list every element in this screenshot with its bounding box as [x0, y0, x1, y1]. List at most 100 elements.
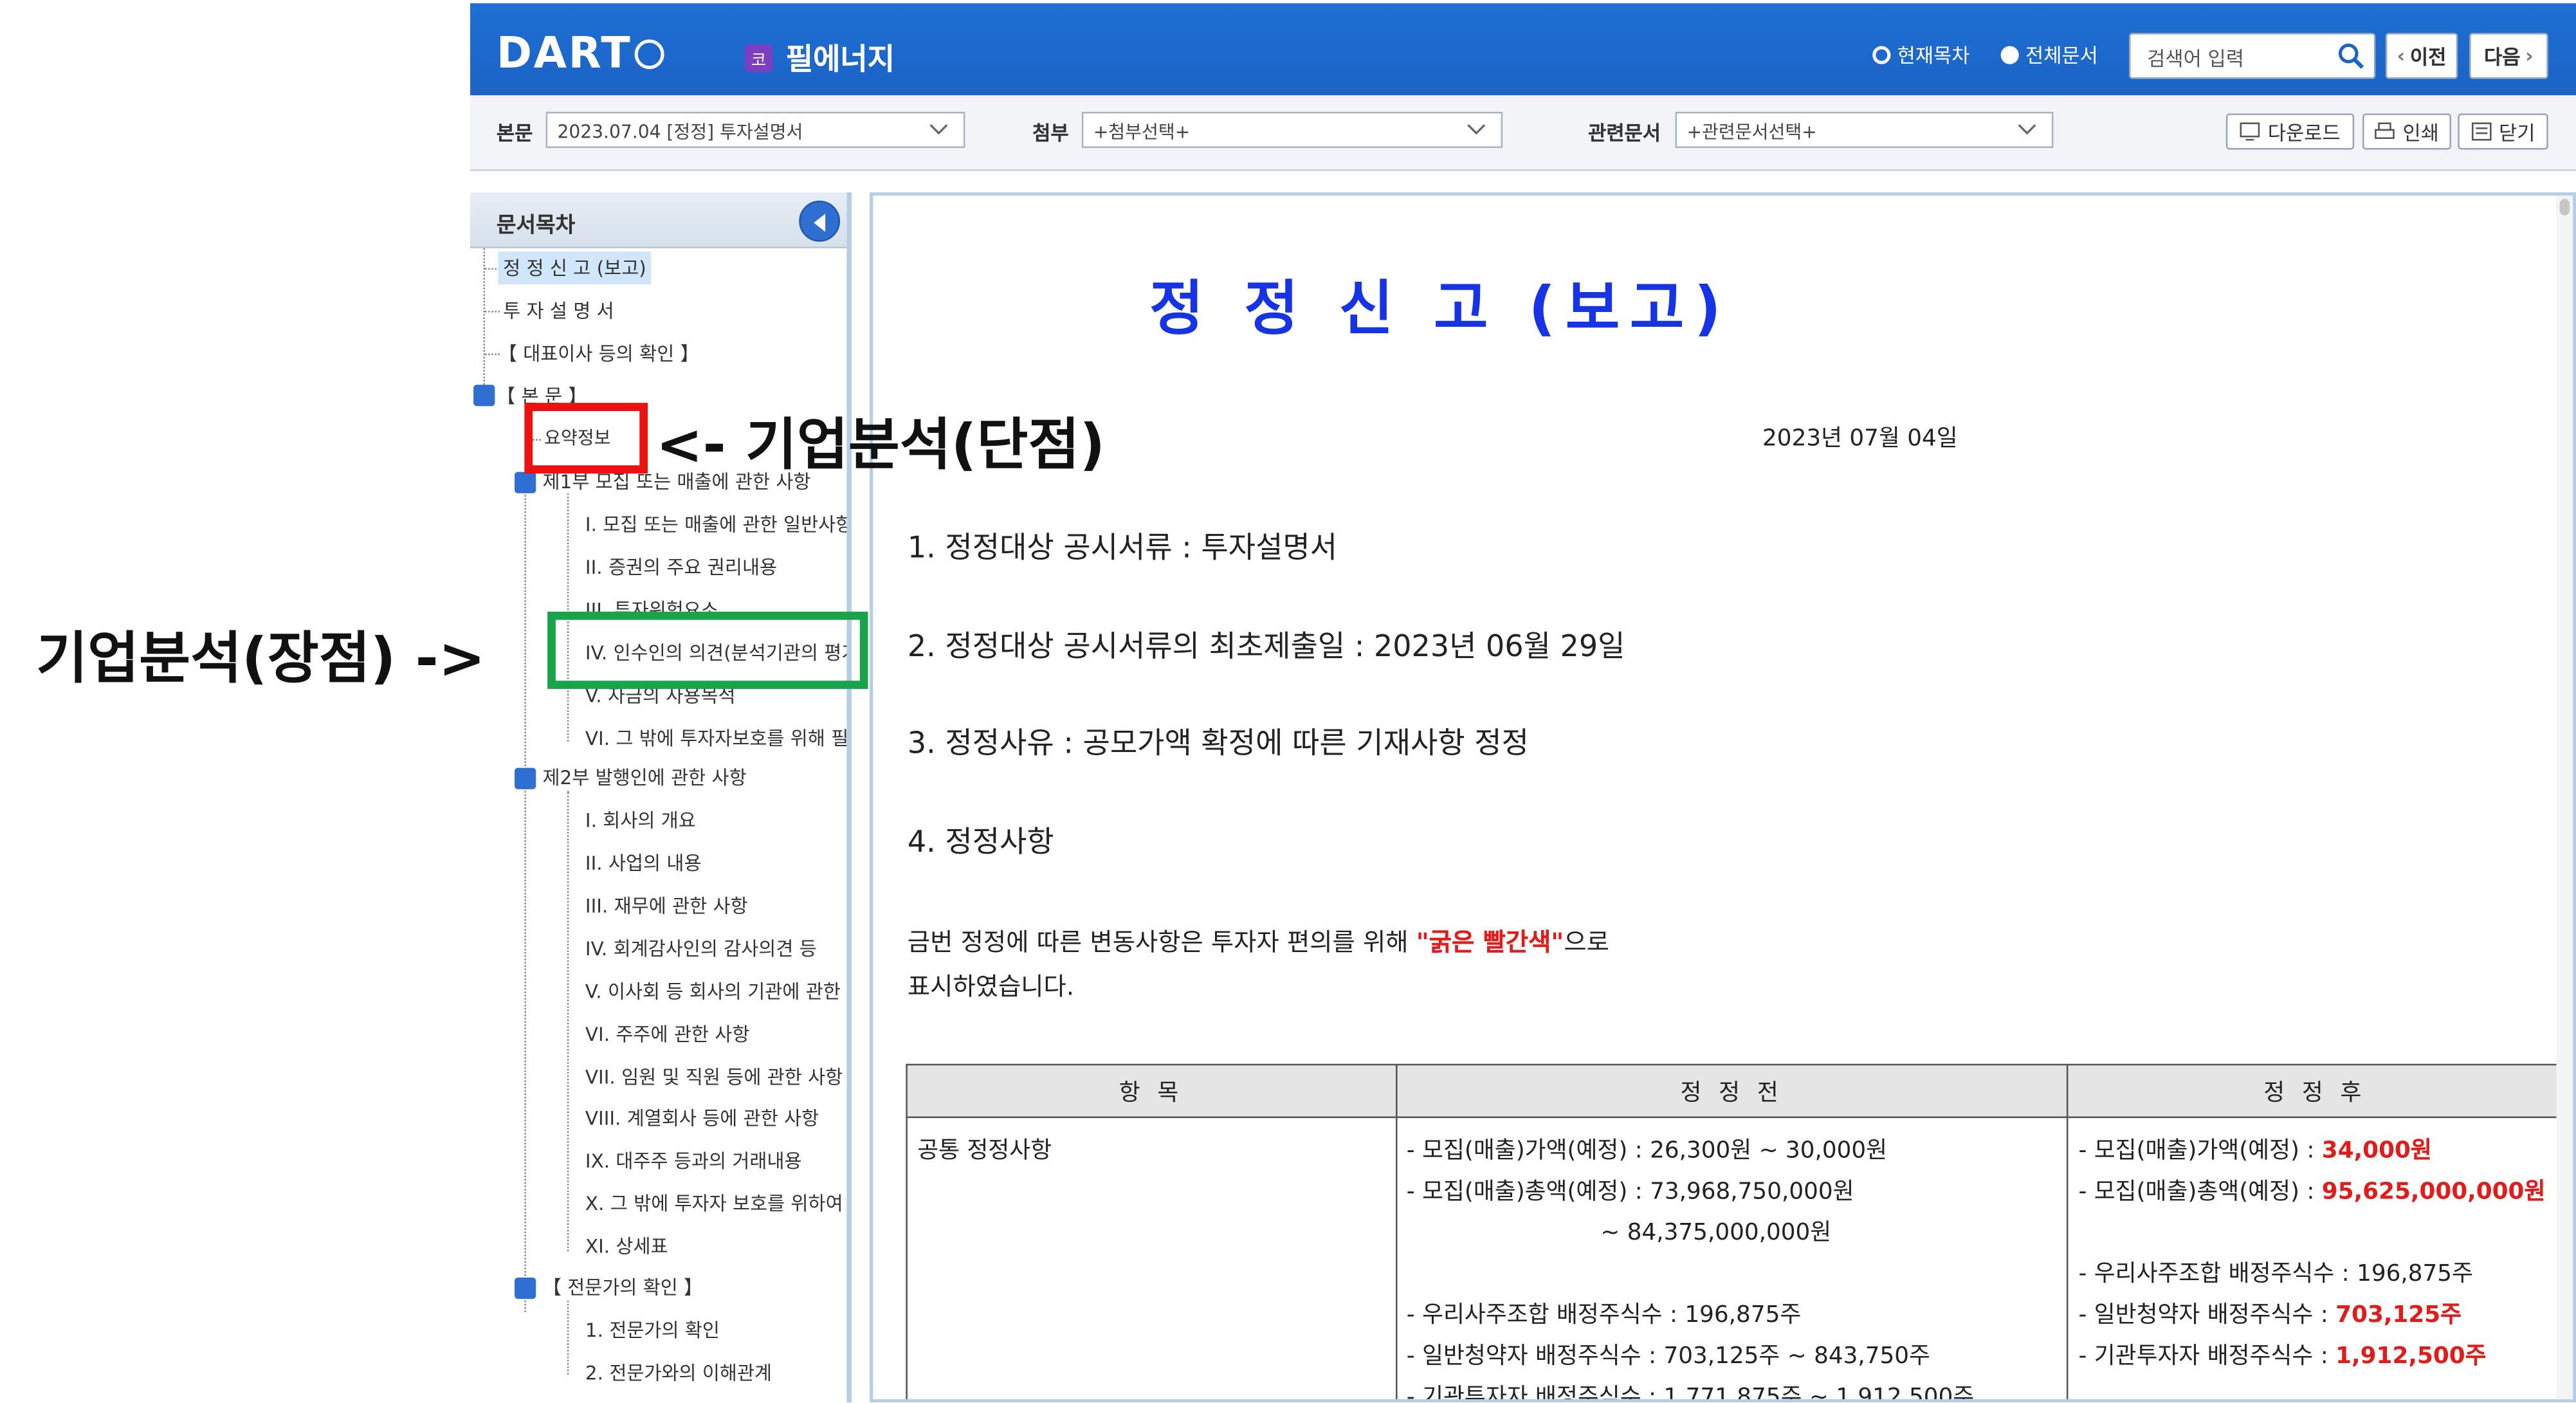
toc-item-part2-7[interactable]: VII. 임원 및 직원 등에 관한 사항	[585, 1061, 843, 1094]
toc-item-ceo-confirm[interactable]: 【 대표이사 등의 확인 】	[498, 337, 699, 370]
toc-item-part2-3[interactable]: III. 재무에 관한 사항	[585, 890, 748, 922]
logo-text: DART	[496, 30, 632, 79]
download-icon	[2240, 122, 2261, 141]
annotation-red-box	[524, 403, 648, 474]
dart-logo[interactable]: DART	[496, 30, 665, 79]
attach-select[interactable]: +첨부선택+	[1081, 111, 1503, 149]
toc-item-part2-6[interactable]: VI. 주주에 관한 사항	[585, 1018, 749, 1050]
radio-current-label: 현재목차	[1897, 44, 1970, 68]
table-row: 공통 정정사항 - 모집(매출)가액(예정) : 26,300원 ~ 30,00…	[906, 1116, 2563, 1403]
related-docs-label: 관련문서	[1588, 122, 1661, 145]
toc-item-experts[interactable]: 【 전문가의 확인 】	[542, 1271, 702, 1304]
before-line: - 일반청약자 배정주식수 : 703,125주 ~ 843,750주	[1406, 1343, 1930, 1370]
next-button[interactable]: 다음 ›	[2469, 33, 2548, 79]
before-cell: - 모집(매출)가액(예정) : 26,300원 ~ 30,000원 - 모집(…	[1394, 1116, 2069, 1403]
main-doc-label: 본문	[496, 122, 533, 145]
close-button[interactable]: 닫기	[2458, 113, 2548, 150]
download-label: 다운로드	[2267, 120, 2341, 144]
expand-toggle-icon[interactable]	[515, 767, 536, 789]
document-toolbar: 본문 2023.07.04 [정정] 투자설명서 첨부 +첨부선택+ 관련문서 …	[470, 95, 2576, 171]
search-icon[interactable]	[2338, 42, 2364, 69]
toc-item-prospectus[interactable]: 투 자 설 명 서	[503, 295, 614, 327]
change-notice: 금번 정정에 따른 변동사항은 투자자 편의를 위해 "굵은 빨간색"으로 표시…	[908, 921, 1609, 1009]
after-line: - 기관투자자 배정주식수 : 1,912,500주	[2078, 1337, 2551, 1378]
prev-label: 이전	[2409, 45, 2447, 69]
collapse-sidebar-button[interactable]	[799, 200, 841, 242]
printer-icon	[2375, 122, 2395, 139]
correction-item-2: 2. 정정대상 공시서류의 최초제출일 : 2023년 06월 29일	[907, 629, 1625, 665]
radio-all-docs[interactable]: 전체문서	[2000, 41, 2098, 69]
attach-value: +첨부선택+	[1093, 122, 1191, 143]
toc-item-part2-4[interactable]: IV. 회계감사인의 감사의견 등	[585, 932, 817, 965]
annotation-strength-label: 기업분석(장점) ->	[36, 626, 486, 693]
correction-item-3: 3. 정정사유 : 공모가액 확정에 따른 기재사항 정정	[907, 726, 1529, 762]
document-date: 2023년 07월 04일	[1762, 426, 1958, 452]
chevron-right-icon: ›	[2525, 44, 2534, 68]
table-header: 항 목	[906, 1063, 1397, 1119]
notice-line-2: 표시하였습니다.	[907, 971, 1075, 1002]
related-docs-select[interactable]: +관련문서선택+	[1675, 111, 2054, 149]
toc-item-part2-9[interactable]: IX. 대주주 등과의 거래내용	[585, 1144, 802, 1177]
after-line: - 일반청약자 배정주식수 : 703,125주	[2078, 1296, 2551, 1337]
logo-icon	[635, 39, 665, 69]
toc-item-correction[interactable]: 정 정 신 고 (보고)	[498, 252, 652, 285]
expand-toggle-icon[interactable]	[515, 472, 536, 493]
market-badge: 코	[744, 43, 773, 72]
scrollbar-thumb[interactable]	[2559, 199, 2570, 215]
table-header-row: 항 목 정 정 전 정 정 후	[906, 1063, 2563, 1119]
toc-item-part2-8[interactable]: VIII. 계열회사 등에 관한 사항	[585, 1102, 819, 1135]
company-name: 필에너지	[785, 42, 895, 78]
before-line: ~ 84,375,000,000원	[1600, 1220, 1832, 1247]
toc-item-part1-2[interactable]: II. 증권의 주요 권리내용	[585, 551, 777, 583]
after-line: - 모집(매출)가액(예정) : 34,000원	[2078, 1132, 2551, 1173]
after-value: 34,000원	[2321, 1137, 2432, 1164]
toc-item-part2-10[interactable]: X. 그 밖에 투자자 보호를 위하여 필요한 사항	[585, 1187, 846, 1220]
before-line: - 우리사주조합 배정주식수 : 196,875주	[1406, 1302, 1802, 1329]
table-header: 정 정 후	[2067, 1063, 2563, 1119]
toc-item-experts-2[interactable]: 2. 전문가와의 이해관계	[585, 1357, 772, 1389]
after-line: - 모집(매출)총액(예정) : 95,625,000,000원	[2078, 1172, 2551, 1213]
annotation-weakness-label: <- 기업분석(단점)	[655, 412, 1106, 479]
document-title: 정 정 신 고 (보고)	[1149, 276, 1731, 344]
top-header: DART 코 필에너지 현재목차 전체문서 검색어 입력 ‹ 이전 다음 ›	[470, 3, 2576, 96]
search-input[interactable]: 검색어 입력	[2129, 33, 2376, 79]
document-view[interactable]: 정 정 신 고 (보고) 2023년 07월 04일 1. 정정대상 공시서류 …	[870, 192, 2576, 1403]
expand-toggle-icon[interactable]	[515, 1278, 536, 1299]
main-doc-select[interactable]: 2023.07.04 [정정] 투자설명서	[545, 111, 965, 149]
toc-sidebar: 문서목차 정 정 신 고 (보고) 투 자 설 명 서 【 대표이사 등의 확인…	[470, 192, 852, 1403]
download-button[interactable]: 다운로드	[2225, 113, 2355, 150]
after-value: 703,125주	[2335, 1302, 2462, 1329]
toc-title: 문서목차	[496, 214, 576, 239]
toc-item-part2[interactable]: 제2부 발행인에 관한 사항	[542, 761, 746, 794]
close-label: 닫기	[2499, 120, 2535, 144]
before-line: - 기관투자자 배정주식수 : 1,771,875주 ~ 1,912,500주	[1406, 1384, 1975, 1403]
chevron-left-icon	[814, 214, 826, 232]
expand-toggle-icon[interactable]	[473, 385, 495, 407]
toc-item-part2-2[interactable]: II. 사업의 내용	[585, 847, 702, 879]
document-scrollbar[interactable]	[2556, 196, 2573, 1400]
after-text: - 모집(매출)가액(예정) :	[2078, 1137, 2322, 1164]
print-button[interactable]: 인쇄	[2362, 113, 2451, 150]
dart-viewer: DART 코 필에너지 현재목차 전체문서 검색어 입력 ‹ 이전 다음 › 본…	[470, 0, 2576, 1403]
radio-current-toc[interactable]: 현재목차	[1872, 41, 1970, 69]
toc-item-part2-5[interactable]: V. 이사회 등 회사의 기관에 관한 사항	[585, 975, 846, 1008]
chevron-left-icon: ‹	[2397, 44, 2406, 68]
notice-text: 금번 정정에 따른 변동사항은 투자자 편의를 위해	[907, 927, 1416, 957]
next-label: 다음	[2484, 45, 2521, 69]
toc-item-part2-11[interactable]: XI. 상세표	[585, 1230, 668, 1263]
toc-item-part1-1[interactable]: I. 모집 또는 매출에 관한 일반사항	[585, 508, 846, 541]
radio-all-label: 전체문서	[2025, 44, 2098, 68]
correction-item-1: 1. 정정대상 공시서류 : 투자설명서	[907, 531, 1338, 566]
after-text: - 모집(매출)총액(예정) :	[2078, 1178, 2322, 1206]
toc-header: 문서목차	[470, 192, 847, 248]
radio-selected-icon[interactable]	[2000, 46, 2019, 64]
after-cell: - 모집(매출)가액(예정) : 34,000원 - 모집(매출)총액(예정) …	[2067, 1116, 2563, 1400]
radio-empty-icon[interactable]	[1872, 46, 1891, 64]
toc-item-part2-1[interactable]: I. 회사의 개요	[585, 804, 696, 837]
related-docs-value: +관련문서선택+	[1686, 122, 1817, 143]
toc-item-part1-6[interactable]: VI. 그 밖에 투자자보호를 위해 필요한 사항	[585, 722, 846, 755]
toc-item-experts-1[interactable]: 1. 전문가의 확인	[585, 1314, 720, 1346]
table-header: 정 정 전	[1394, 1063, 2069, 1119]
after-text: - 일반청약자 배정주식수 :	[2078, 1302, 2336, 1329]
prev-button[interactable]: ‹ 이전	[2385, 33, 2458, 79]
